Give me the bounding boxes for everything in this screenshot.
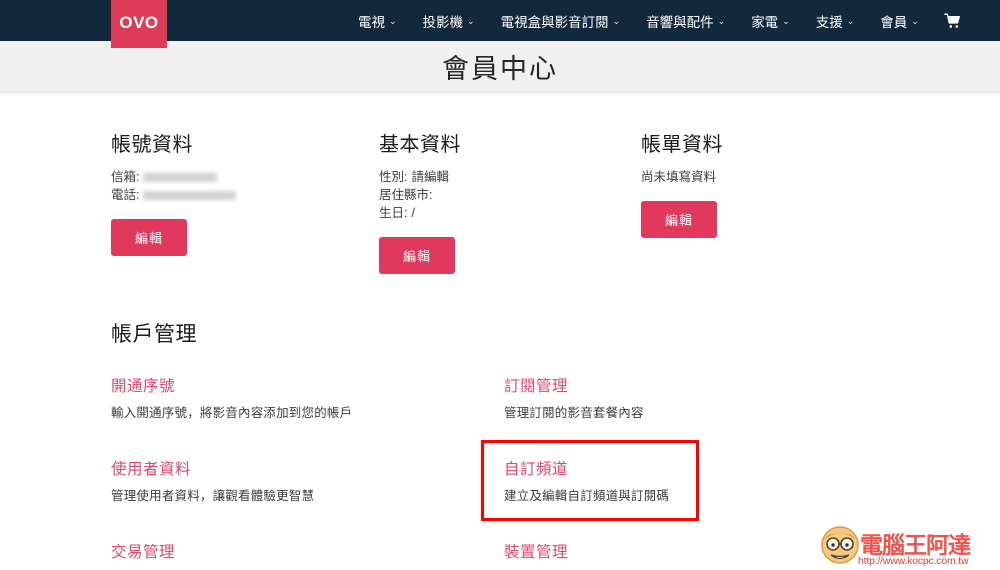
nav-item-label: 音響與配件 — [646, 14, 714, 30]
mgmt-item-device[interactable]: 裝置管理 — [504, 540, 897, 568]
nav-item-label: 電視 — [358, 14, 385, 30]
chevron-down-icon: ⌄ — [717, 16, 726, 26]
mgmt-link-label: 自訂頻道 — [504, 461, 569, 478]
card-line-city: 居住縣市: — [379, 186, 629, 204]
field-label: 信箱: — [111, 170, 140, 184]
nav-item-audio-accessories[interactable]: 音響與配件 ⌄ — [633, 0, 738, 41]
shopping-cart-icon[interactable] — [932, 0, 973, 41]
field-value: / — [411, 206, 415, 220]
card-title: 基本資料 — [379, 134, 461, 156]
mgmt-item-transaction[interactable]: 交易管理 — [111, 540, 504, 568]
field-label: 生日: — [379, 206, 408, 220]
edit-basic-button[interactable]: 編輯 — [379, 237, 456, 274]
field-value: 請編輯 — [411, 170, 449, 184]
nav-item-label: 會員 — [880, 14, 908, 30]
card-line-billing-status: 尚未填寫資料 — [641, 168, 891, 186]
redacted-email-value — [143, 172, 218, 182]
chevron-down-icon: ⌄ — [782, 16, 790, 26]
redacted-phone-value — [143, 190, 237, 200]
mgmt-link-label: 裝置管理 — [504, 544, 569, 561]
card-basic-info: 基本資料 性別: 請編輯 居住縣市: 生日: / 編輯 — [379, 128, 629, 274]
page-root: OVO 電視 ⌄ 投影機 ⌄ 電視盒與影音訂閱 ⌄ 音響與配件 ⌄ 家電 ⌄ 支… — [0, 0, 1000, 570]
nav-menu: 電視 ⌄ 投影機 ⌄ 電視盒與影音訂閱 ⌄ 音響與配件 ⌄ 家電 ⌄ 支援 ⌄ — [345, 0, 973, 41]
card-title: 帳單資料 — [641, 134, 723, 156]
mgmt-description: 輸入開通序號，將影音內容添加到您的帳戶 — [111, 406, 353, 420]
mgmt-link-label: 交易管理 — [111, 544, 176, 561]
mgmt-item-activation-code[interactable]: 開通序號 輸入開通序號，將影音內容添加到您的帳戶 — [111, 374, 504, 421]
ovo-logo[interactable]: OVO — [111, 0, 167, 48]
nav-item-label: 電視盒與影音訂閱 — [500, 14, 609, 30]
mgmt-item-subscription[interactable]: 訂閱管理 管理訂閱的影音套餐內容 — [504, 374, 897, 421]
nav-item-projector[interactable]: 投影機 ⌄ — [410, 0, 488, 41]
account-management-grid: 開通序號 輸入開通序號，將影音內容添加到您的帳戶 訂閱管理 管理訂閱的影音套餐內… — [111, 374, 901, 568]
section-title-account-management: 帳戶管理 — [111, 323, 197, 346]
card-account-info: 帳號資料 信箱: 電話: 編輯 — [111, 128, 361, 256]
edit-account-button[interactable]: 編輯 — [111, 219, 188, 256]
mgmt-link-label: 開通序號 — [111, 378, 176, 395]
card-line-gender: 性別: 請編輯 — [379, 168, 629, 186]
card-line-phone: 電話: — [111, 186, 361, 204]
nav-item-tvbox-subscription[interactable]: 電視盒與影音訂閱 ⌄ — [488, 0, 634, 41]
chevron-down-icon: ⌄ — [612, 16, 621, 26]
mgmt-link-label: 訂閱管理 — [504, 378, 569, 395]
nav-item-tv[interactable]: 電視 ⌄ — [345, 0, 410, 41]
field-label: 尚未填寫資料 — [641, 170, 717, 184]
field-label: 電話: — [111, 188, 140, 202]
field-label: 性別: — [379, 170, 408, 184]
page-title-band: 會員中心 — [0, 41, 1000, 93]
mgmt-item-user-profile[interactable]: 使用者資料 管理使用者資料，讓觀看體驗更智慧 — [111, 457, 504, 504]
top-navigation-bar: OVO 電視 ⌄ 投影機 ⌄ 電視盒與影音訂閱 ⌄ 音響與配件 ⌄ 家電 ⌄ 支… — [0, 0, 1000, 48]
card-billing-info: 帳單資料 尚未填寫資料 編輯 — [641, 128, 891, 238]
edit-billing-button[interactable]: 編輯 — [641, 201, 718, 238]
nav-item-member[interactable]: 會員 ⌄ — [867, 0, 932, 41]
card-line-birthday: 生日: / — [379, 204, 629, 222]
mgmt-description: 管理使用者資料，讓觀看體驗更智慧 — [111, 489, 315, 503]
chevron-down-icon: ⌄ — [846, 16, 855, 26]
nav-item-label: 支援 — [815, 14, 843, 30]
nav-item-label: 投影機 — [422, 14, 464, 30]
mgmt-link-label: 使用者資料 — [111, 461, 192, 478]
nav-item-support[interactable]: 支援 ⌄ — [803, 0, 868, 41]
chevron-down-icon: ⌄ — [467, 16, 475, 26]
page-title: 會員中心 — [442, 54, 558, 84]
nav-item-home-appliance[interactable]: 家電 ⌄ — [738, 0, 803, 41]
field-label: 居住縣市: — [379, 188, 433, 202]
mgmt-item-custom-channel[interactable]: 自訂頻道 建立及編輯自訂頻道與訂閱碼 — [481, 440, 699, 521]
card-line-email: 信箱: — [111, 168, 361, 186]
mgmt-description: 管理訂閱的影音套餐內容 — [504, 406, 644, 420]
chevron-down-icon: ⌄ — [389, 16, 397, 26]
chevron-down-icon: ⌄ — [911, 16, 919, 26]
ovo-logo-text: OVO — [119, 12, 159, 32]
account-management-section: 帳戶管理 開通序號 輸入開通序號，將影音內容添加到您的帳戶 訂閱管理 管理訂閱的… — [111, 318, 901, 568]
card-title: 帳號資料 — [111, 134, 193, 156]
nav-item-label: 家電 — [751, 14, 779, 30]
mgmt-description: 建立及編輯自訂頻道與訂閱碼 — [504, 489, 670, 503]
